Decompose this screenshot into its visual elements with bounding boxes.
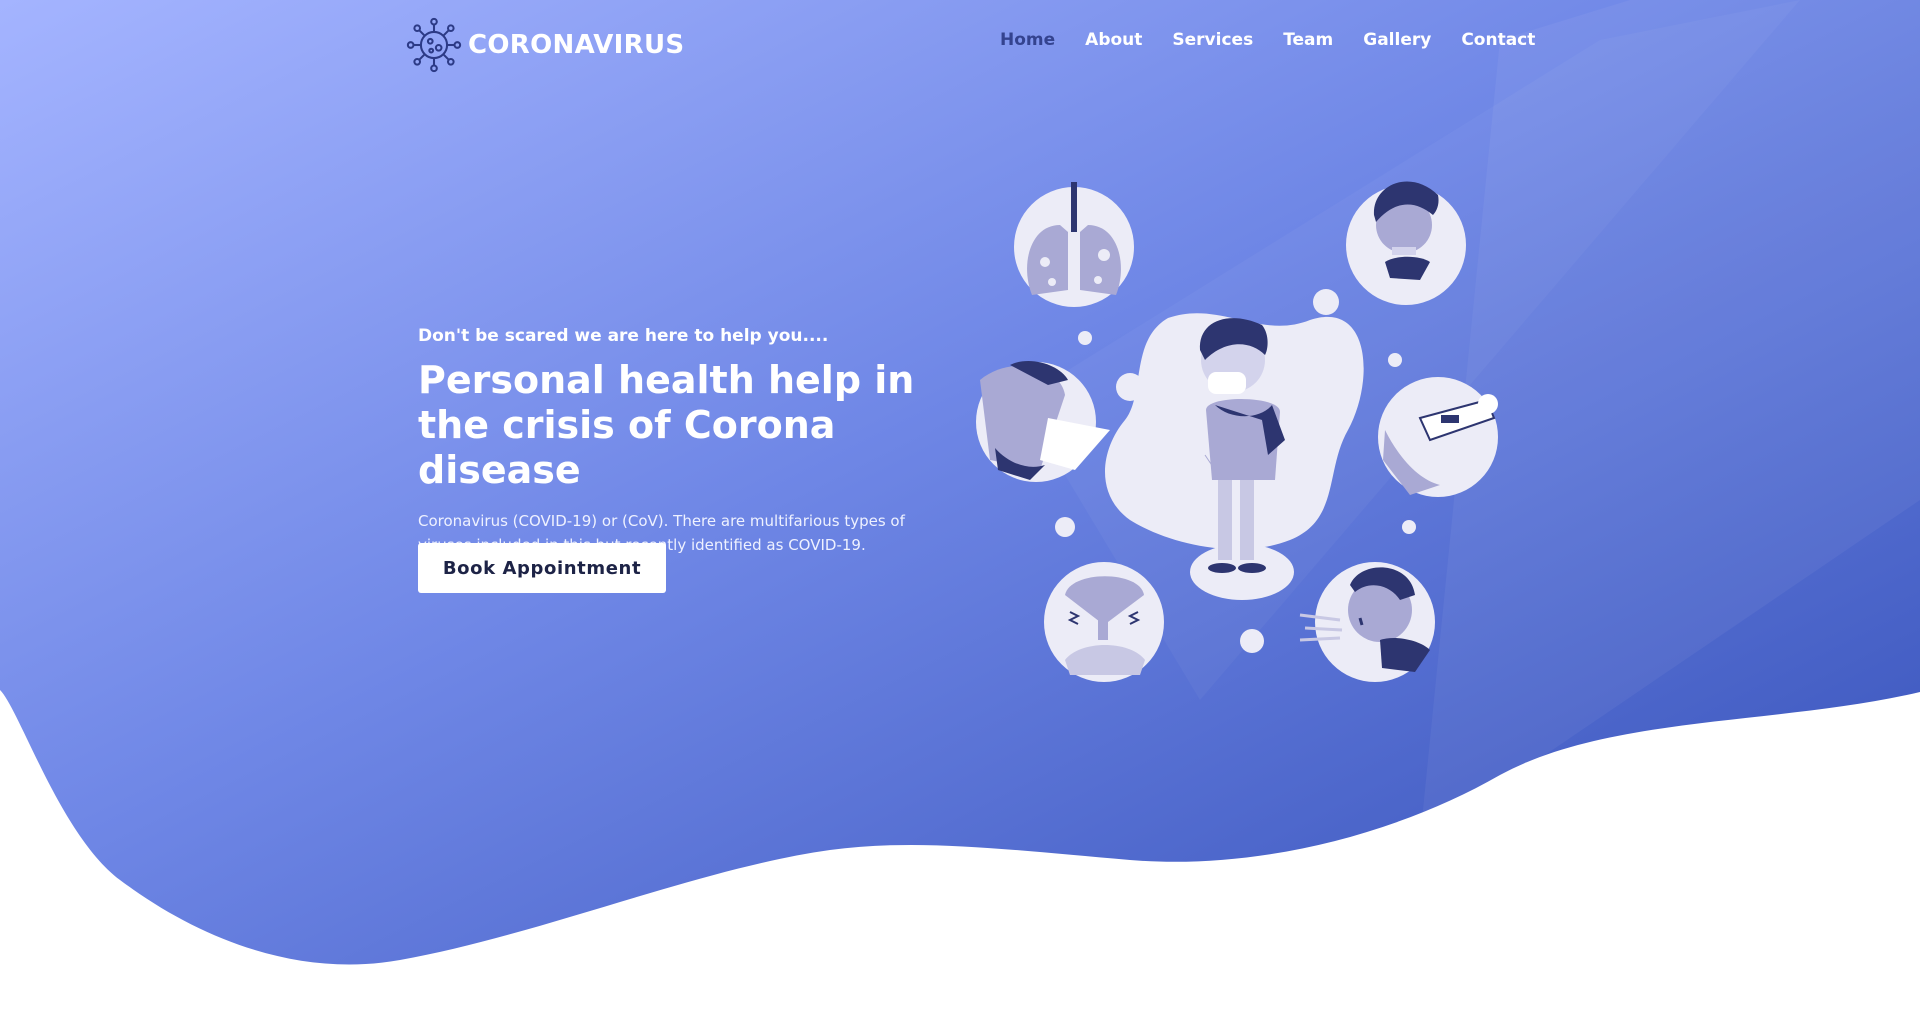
nav-item-home[interactable]: Home	[1000, 30, 1055, 50]
brand-logo[interactable]: CORONAVIRUS	[406, 14, 684, 76]
virus-icon	[406, 17, 462, 73]
lungs-icon	[1014, 182, 1134, 307]
sneezing-icon	[976, 360, 1110, 482]
boy-with-scarf-icon	[1346, 181, 1466, 305]
brand-name: CORONAVIRUS	[468, 30, 685, 60]
nav-item-services[interactable]: Services	[1172, 30, 1253, 50]
sore-throat-icon	[1044, 562, 1164, 682]
book-appointment-button[interactable]: Book Appointment	[418, 543, 666, 593]
nav-item-team[interactable]: Team	[1283, 30, 1333, 50]
thermometer-icon	[1378, 377, 1498, 497]
nav-item-contact[interactable]: Contact	[1461, 30, 1535, 50]
main-nav: Home About Services Team Gallery Contact	[1000, 30, 1565, 50]
hero-tagline: Don't be scared we are here to help you.…	[418, 326, 829, 346]
nav-item-about[interactable]: About	[1085, 30, 1142, 50]
nav-item-gallery[interactable]: Gallery	[1363, 30, 1431, 50]
top-navbar: CORONAVIRUS Home About Services Team Gal…	[0, 0, 1920, 90]
hero-illustration	[976, 181, 1498, 682]
hero-content: Don't be scared we are here to help you.…	[418, 326, 938, 557]
coughing-man-icon	[1299, 562, 1435, 682]
sick-boy-illustration	[1105, 313, 1364, 600]
hero-title: Personal health help in the crisis of Co…	[418, 358, 915, 492]
